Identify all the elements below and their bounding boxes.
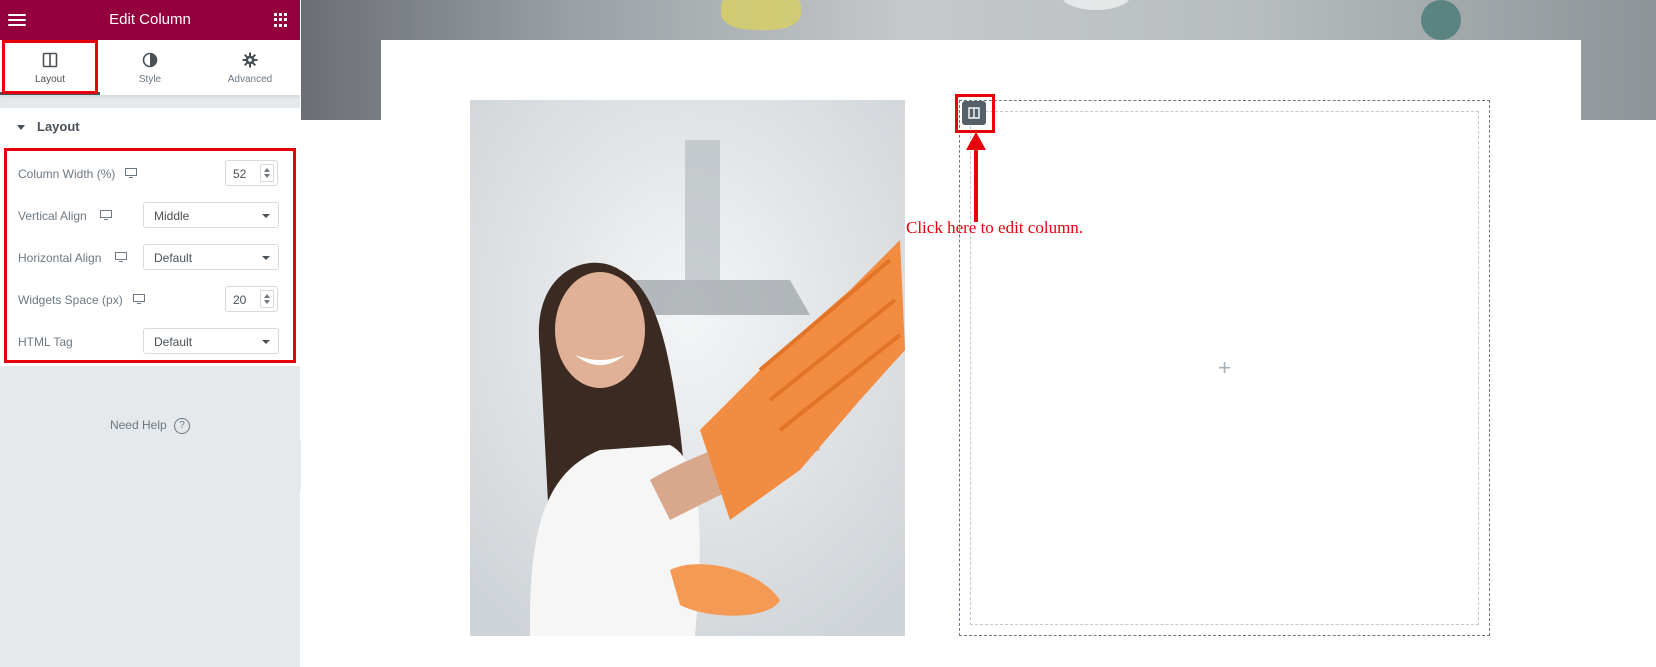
vertical-align-label: Vertical Align (18, 209, 87, 223)
gear-icon (242, 52, 258, 68)
dropdown-caret-icon (262, 340, 270, 344)
column-width-label: Column Width (%) (18, 167, 116, 181)
layout-controls: Column Width (%) 52 Vertical Align Middl… (0, 148, 300, 366)
woman-cleaning-photo[interactable] (470, 100, 905, 636)
tab-style-label: Style (138, 74, 162, 85)
help-icon: ? (174, 418, 191, 434)
column-width-control: Column Width (%) 52 (0, 158, 300, 190)
html-tag-label: HTML Tag (18, 335, 73, 349)
desktop-icon[interactable] (115, 252, 127, 262)
widgets-grid-icon[interactable] (274, 13, 288, 27)
desktop-icon[interactable] (133, 294, 145, 304)
dropdown-caret-icon (262, 214, 270, 218)
tab-advanced[interactable]: Advanced (200, 40, 300, 95)
need-help-link[interactable]: Need Help ? (0, 418, 300, 434)
desktop-icon[interactable] (100, 210, 112, 220)
column-drop-area: + (970, 111, 1479, 625)
horizontal-align-control: Horizontal Align Default (0, 242, 300, 274)
vertical-align-select[interactable]: Middle (143, 202, 279, 228)
horizontal-align-select[interactable]: Default (143, 244, 279, 270)
tab-layout-label: Layout (34, 74, 66, 85)
column-width-value: 52 (233, 167, 247, 181)
stepper-icon[interactable] (260, 290, 274, 308)
columns-icon (968, 107, 980, 119)
tab-style[interactable]: Style (100, 40, 200, 95)
half-circle-icon (142, 52, 158, 68)
widgets-space-value: 20 (233, 293, 247, 307)
editor-panel: Edit Column Layout Style Advanced Layout… (0, 0, 300, 667)
panel-title: Edit Column (109, 11, 191, 28)
stepper-icon[interactable] (260, 164, 274, 182)
dropdown-caret-icon (262, 256, 270, 260)
column-width-input[interactable]: 52 (225, 160, 278, 186)
html-tag-value: Default (154, 335, 193, 349)
columns-icon (42, 52, 58, 68)
caret-down-icon (17, 125, 25, 130)
annotation-text: Click here to edit column. (906, 218, 1084, 237)
html-tag-select[interactable]: Default (143, 328, 279, 354)
tab-layout[interactable]: Layout (0, 40, 100, 95)
arrow-up-icon (966, 132, 986, 222)
preview-canvas: + Click here to edit column. (301, 0, 1656, 667)
panel-header: Edit Column (0, 0, 300, 40)
panel-tabs: Layout Style Advanced (0, 40, 300, 95)
section-title: Layout (37, 119, 80, 134)
tab-advanced-label: Advanced (227, 74, 273, 85)
widgets-space-control: Widgets Space (px) 20 (0, 284, 300, 316)
horizontal-align-label: Horizontal Align (18, 251, 102, 265)
empty-column[interactable]: + (959, 100, 1490, 636)
photo-illustration (470, 100, 905, 636)
widgets-space-label: Widgets Space (px) (18, 293, 123, 307)
need-help-label: Need Help (109, 418, 167, 433)
add-widget-icon[interactable]: + (1216, 356, 1234, 380)
vertical-align-value: Middle (154, 209, 190, 223)
edit-column-handle[interactable] (962, 101, 986, 125)
vertical-align-control: Vertical Align Middle (0, 200, 300, 232)
widgets-space-input[interactable]: 20 (225, 286, 278, 312)
html-tag-control: HTML Tag Default (0, 326, 300, 358)
desktop-icon[interactable] (125, 168, 137, 178)
layout-section-header[interactable]: Layout (0, 108, 300, 148)
horizontal-align-value: Default (154, 251, 193, 265)
